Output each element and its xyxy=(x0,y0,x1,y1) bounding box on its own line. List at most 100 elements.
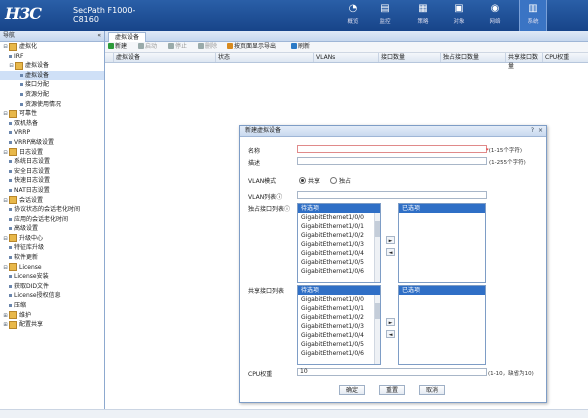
sidebar-item[interactable]: 系统日志设置 xyxy=(0,157,104,167)
sidebar-item[interactable]: 快速日志设置 xyxy=(0,176,104,186)
page-icon xyxy=(20,83,23,87)
page-icon xyxy=(9,179,12,183)
sidebar-item[interactable]: ⊞ 配置共享 xyxy=(0,320,104,330)
sidebar-item[interactable]: 获取DID文件 xyxy=(0,282,104,292)
port-option[interactable]: GigabitEthernet1/0/1 xyxy=(298,304,380,313)
column-header[interactable]: CPU权重 xyxy=(542,53,588,62)
sidebar-item[interactable]: 压缩 xyxy=(0,301,104,311)
nav-policy-button[interactable]: ▦ 策略 xyxy=(410,3,436,25)
refresh-button[interactable]: 刷新 xyxy=(291,43,310,51)
port-option[interactable]: GigabitEthernet1/0/5 xyxy=(298,258,380,267)
port-option[interactable]: GigabitEthernet1/0/4 xyxy=(298,331,380,340)
nav-monitor-button[interactable]: ▤ 监控 xyxy=(372,3,398,25)
sidebar-item[interactable]: ⊟ 虚拟设备 xyxy=(0,61,104,71)
column-header[interactable]: 独占接口数量 xyxy=(440,53,505,62)
expand-icon[interactable]: ⊞ xyxy=(3,321,8,331)
port-option[interactable]: GigabitEthernet1/0/3 xyxy=(298,240,380,249)
cpu-weight-input[interactable]: 10 xyxy=(297,368,487,376)
delete-button[interactable]: 删除 xyxy=(198,43,217,51)
refresh-icon xyxy=(291,43,297,49)
sidebar-item[interactable]: 协议状态的会话老化时间 xyxy=(0,205,104,215)
vlan-mode-exclusive-radio[interactable]: 独占 xyxy=(330,176,351,185)
sidebar-item[interactable]: ⊟ 升级中心 xyxy=(0,234,104,244)
collapse-sidebar-icon[interactable]: « xyxy=(97,31,101,41)
sidebar-item[interactable]: 应用的会话老化时间 xyxy=(0,215,104,225)
export-button[interactable]: 按页面显示导出 xyxy=(227,43,276,51)
main-toolbar: 新建 启动 停止 删除 按页面显示导出 刷新 xyxy=(105,42,588,53)
port-option[interactable]: GigabitEthernet1/0/2 xyxy=(298,231,380,240)
help-icon[interactable]: ? xyxy=(531,126,534,136)
sidebar-item[interactable]: ⊟ 虚拟化 xyxy=(0,42,104,52)
port-option[interactable]: GigabitEthernet1/0/5 xyxy=(298,340,380,349)
port-option[interactable]: GigabitEthernet1/0/2 xyxy=(298,313,380,322)
stop-button[interactable]: 停止 xyxy=(168,43,187,51)
exclusive-available-list[interactable]: 待选项 GigabitEthernet1/0/0 GigabitEthernet1… xyxy=(297,203,381,283)
select-all-checkbox[interactable] xyxy=(105,53,113,62)
sidebar-item[interactable]: License授权信息 xyxy=(0,291,104,301)
nav-dashboard-button[interactable]: ◔ 概览 xyxy=(340,3,366,25)
vlan-list-input[interactable] xyxy=(297,191,487,199)
sidebar-item-label: 协议状态的会话老化时间 xyxy=(14,206,81,214)
column-header[interactable]: VLANs xyxy=(313,53,378,62)
folder-icon xyxy=(9,320,17,329)
sidebar-item[interactable]: 双机热备 xyxy=(0,119,104,129)
ok-button[interactable]: 确定 xyxy=(339,385,365,395)
port-option[interactable]: GigabitEthernet1/0/6 xyxy=(298,349,380,358)
nav-label: 概览 xyxy=(347,19,359,25)
sidebar-item[interactable]: VRRP高级设置 xyxy=(0,138,104,148)
sidebar-item[interactable]: IRF xyxy=(0,52,104,62)
close-icon[interactable]: × xyxy=(538,126,543,136)
sidebar-item[interactable]: License安装 xyxy=(0,272,104,282)
sidebar-item[interactable]: 安全日志设置 xyxy=(0,167,104,177)
folder-icon xyxy=(15,61,23,70)
sidebar-item[interactable]: 虚拟设备 xyxy=(0,70,104,81)
sidebar-item[interactable]: 特征库升级 xyxy=(0,243,104,253)
nav-object-button[interactable]: ▣ 对象 xyxy=(446,3,472,25)
sidebar-item[interactable]: NAT日志设置 xyxy=(0,186,104,196)
selected-header: 已选项 xyxy=(399,286,485,295)
port-option[interactable]: GigabitEthernet1/0/6 xyxy=(298,267,380,276)
column-header[interactable]: 虚拟设备 xyxy=(113,53,215,62)
column-header[interactable]: 状态 xyxy=(215,53,313,62)
port-option[interactable]: GigabitEthernet1/0/0 xyxy=(298,213,380,222)
reset-button[interactable]: 重置 xyxy=(379,385,405,395)
sidebar-item-label: 虚拟设备 xyxy=(25,62,50,70)
name-input[interactable] xyxy=(297,145,487,153)
sidebar-item[interactable]: 资源使用情况 xyxy=(0,100,104,110)
port-option[interactable]: GigabitEthernet1/0/1 xyxy=(298,222,380,231)
sidebar-item[interactable]: 高级设置 xyxy=(0,224,104,234)
sidebar-item[interactable]: VRRP xyxy=(0,128,104,138)
sidebar-item[interactable]: 软件更新 xyxy=(0,253,104,263)
sidebar-item[interactable]: ⊟ 可靠性 xyxy=(0,109,104,119)
exclusive-selected-list[interactable]: 已选项 xyxy=(398,203,486,283)
shared-available-list[interactable]: 待选项 GigabitEthernet1/0/0 GigabitEthernet1… xyxy=(297,285,381,365)
move-left-button[interactable]: ◄ xyxy=(386,330,395,338)
tab-virtual-device[interactable]: 虚拟设备 xyxy=(108,32,147,42)
port-option[interactable]: GigabitEthernet1/0/3 xyxy=(298,322,380,331)
sidebar-item[interactable]: ⊟ 会话设置 xyxy=(0,196,104,206)
cancel-button[interactable]: 取消 xyxy=(419,385,445,395)
scrollbar[interactable] xyxy=(374,295,380,364)
move-right-button[interactable]: ► xyxy=(386,236,395,244)
nav-network-button[interactable]: ◉ 网络 xyxy=(482,3,508,25)
sidebar-item[interactable]: ⊟ License xyxy=(0,263,104,273)
sidebar-item[interactable]: 资源分配 xyxy=(0,90,104,100)
add-button[interactable]: 新建 xyxy=(108,43,127,51)
port-option[interactable]: GigabitEthernet1/0/4 xyxy=(298,249,380,258)
description-input[interactable] xyxy=(297,157,487,165)
port-option[interactable]: GigabitEthernet1/0/0 xyxy=(298,295,380,304)
shared-selected-list[interactable]: 已选项 xyxy=(398,285,486,365)
move-right-button[interactable]: ► xyxy=(386,318,395,326)
column-header[interactable]: 共享接口数量 xyxy=(505,53,542,70)
folder-icon xyxy=(9,263,17,272)
sidebar-item[interactable]: ⊟ 日志设置 xyxy=(0,148,104,158)
sidebar-item[interactable]: ⊞ 维护 xyxy=(0,311,104,321)
vlan-mode-shared-radio[interactable]: 共享 xyxy=(299,176,320,185)
scrollbar[interactable] xyxy=(374,213,380,282)
column-header[interactable]: 接口数量 xyxy=(378,53,440,62)
sidebar-item-label: 获取DID文件 xyxy=(14,282,50,290)
sidebar-item[interactable]: 接口分配 xyxy=(0,80,104,90)
start-button[interactable]: 启动 xyxy=(138,43,157,51)
nav-system-button[interactable]: ▥ 系统 xyxy=(519,0,547,32)
move-left-button[interactable]: ◄ xyxy=(386,248,395,256)
